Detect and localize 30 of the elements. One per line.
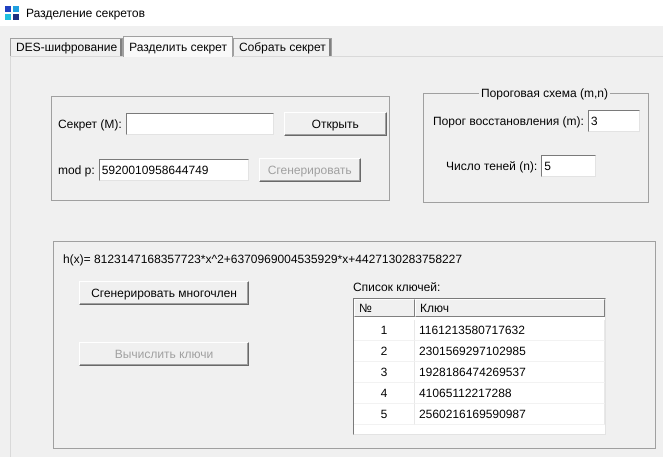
table-cell: 1161213580717632 [415, 320, 605, 341]
n-field[interactable]: 5 [541, 155, 596, 177]
table-cell: 3 [354, 362, 415, 383]
column-header[interactable]: № [354, 299, 415, 317]
open-button[interactable]: Открыть [284, 112, 387, 136]
table-cell: 41065112217288 [415, 383, 605, 404]
tab[interactable]: Собрать секрет [232, 38, 332, 56]
keys-list-title: Список ключей: [353, 280, 442, 294]
secret-label: Секрет (М): [58, 117, 122, 131]
n-label: Число теней (n): [446, 159, 538, 173]
generate-polynomial-button[interactable]: Сгенерировать многочлен [79, 281, 249, 305]
table-cell: 2 [354, 341, 415, 362]
mod-field[interactable]: 5920010958644749 [98, 159, 249, 181]
window-title: Разделение секретов [26, 6, 145, 20]
tab[interactable]: DES-шифрование [10, 38, 124, 56]
secret-field[interactable] [126, 113, 274, 135]
table-cell: 4 [354, 383, 415, 404]
polynomial-text: h(x)= 8123147168357723*x^2+6370969004535929*x+4427130283758227 [63, 252, 464, 266]
column-header[interactable]: Ключ [415, 299, 605, 317]
m-label: Порог восстановления (m): [433, 114, 584, 128]
table-cell: 5 [354, 404, 415, 425]
app-icon [4, 5, 20, 21]
table-cell: 2301569297102985 [415, 341, 605, 362]
tab[interactable]: Разделить секрет [123, 36, 233, 57]
group-title: Пороговая схема (m,n) [479, 86, 610, 100]
table-cell: 2560216169590987 [415, 404, 605, 425]
m-field[interactable]: 3 [588, 110, 640, 132]
mod-label: mod p: [58, 163, 95, 177]
table-cell: 1 [354, 320, 415, 341]
table-cell: 1928186474269537 [415, 362, 605, 383]
